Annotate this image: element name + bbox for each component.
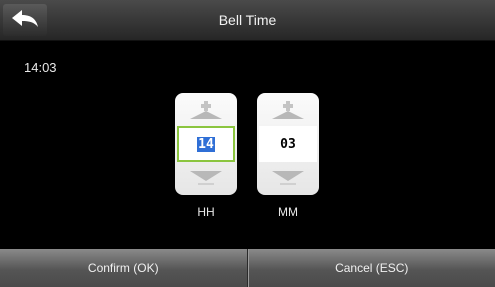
page-title: Bell Time xyxy=(218,12,277,28)
confirm-button[interactable]: Confirm (OK) xyxy=(0,249,248,287)
title-bar: Bell Time xyxy=(0,0,495,41)
hour-value-field[interactable]: 14 xyxy=(177,126,235,162)
plus-arrow-up-icon xyxy=(272,101,304,119)
arrow-down-icon xyxy=(190,171,222,185)
hour-decrement-button[interactable] xyxy=(175,163,237,193)
hour-label: HH xyxy=(197,205,215,219)
arrow-down-icon xyxy=(272,171,304,185)
minute-label: MM xyxy=(278,205,298,219)
plus-arrow-up-icon xyxy=(190,101,222,119)
minute-decrement-button[interactable] xyxy=(257,163,319,193)
minute-value-text: 03 xyxy=(280,136,296,152)
cancel-button[interactable]: Cancel (ESC) xyxy=(247,249,495,287)
bottom-action-bar: Confirm (OK) Cancel (ESC) xyxy=(0,249,495,287)
hour-value-text: 14 xyxy=(197,136,215,152)
current-time-display: 14:03 xyxy=(24,60,57,75)
minute-spinner: 03 xyxy=(257,93,319,195)
minute-increment-button[interactable] xyxy=(257,95,319,125)
hour-spinner: 14 xyxy=(175,93,237,195)
minute-value-field[interactable]: 03 xyxy=(259,126,317,162)
hour-increment-button[interactable] xyxy=(175,95,237,125)
